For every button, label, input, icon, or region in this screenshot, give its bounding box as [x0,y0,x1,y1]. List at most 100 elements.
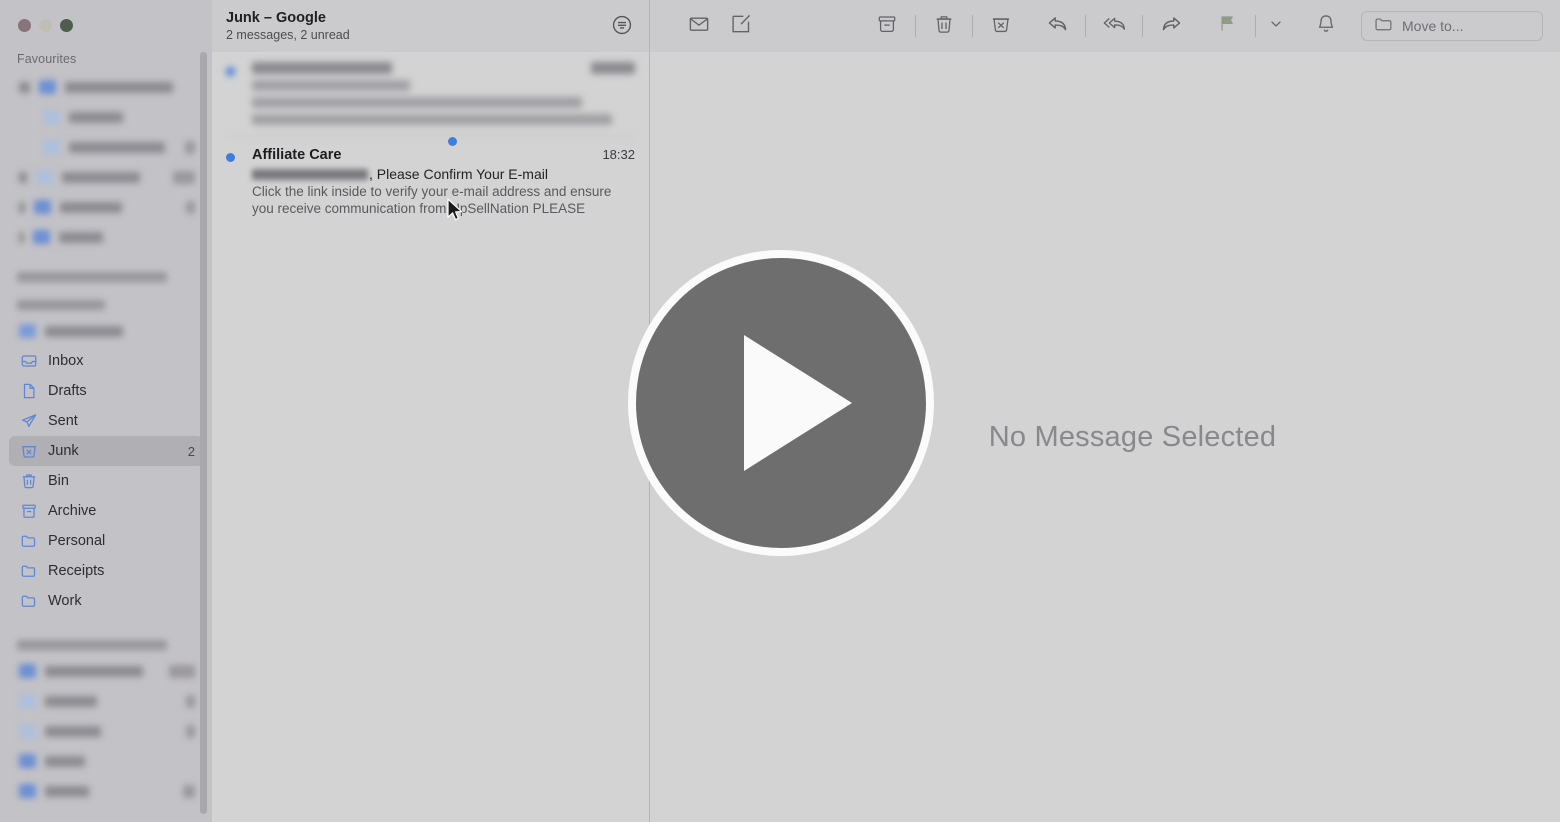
toolbar-divider [1085,15,1086,37]
sidebar-item-label [59,231,103,243]
sidebar-item-bin[interactable]: Bin [9,466,203,496]
folder-icon [1374,15,1393,37]
sidebar-item-badge [169,664,195,678]
sidebar-item-favourite[interactable] [9,72,203,102]
mail-window: Favourites Inbox Drafts Sent Junk 2 Bin … [0,0,1560,822]
message-list-item[interactable]: Affiliate Care 18:32 , Please Confirm Yo… [212,137,649,230]
sidebar-item-badge [186,200,195,214]
archive-icon [19,502,38,521]
message-preview: Click the link inside to verify your e-m… [252,184,612,218]
archive-button[interactable] [866,11,908,41]
sidebar-section-other [17,640,167,650]
sidebar-item-label: Bin [48,473,69,489]
sidebar-item-junk[interactable]: Junk 2 [9,436,203,466]
mailbox-subtitle: 2 messages, 2 unread [226,28,350,42]
disclosure-icon[interactable] [19,171,27,183]
move-to-button[interactable]: Move to... [1361,11,1543,41]
sidebar-item-favourite[interactable] [9,192,203,222]
maximise-button[interactable] [60,19,73,32]
sidebar-item-work[interactable]: Work [9,586,203,616]
no-message-selected-label: No Message Selected [988,420,1277,453]
drafts-icon [19,382,38,401]
disclosure-icon[interactable] [19,231,24,243]
reply-button[interactable] [1036,11,1078,41]
sidebar-item-label [69,111,123,123]
sidebar-item-other[interactable] [9,686,203,716]
mailbox-icon [34,200,51,214]
flag-button[interactable] [1206,11,1248,41]
sidebar-item-label [69,141,165,153]
sidebar-item-favourite[interactable] [9,222,203,252]
toolbar-divider [972,15,973,37]
inbox-icon [19,352,38,371]
sidebar-item-account-mailbox[interactable] [9,316,203,346]
sidebar-item-favourite[interactable] [9,132,203,162]
sidebar-item-favourite[interactable] [9,162,203,192]
delete-button[interactable] [923,11,965,41]
sidebar-item-favourite[interactable] [9,102,203,132]
message-preview [252,97,582,108]
bin-icon [19,472,38,491]
junk-icon [19,442,38,461]
minimise-button[interactable] [39,19,52,32]
message-time [591,62,635,74]
sidebar-item-other[interactable] [9,716,203,746]
sidebar-item-personal[interactable]: Personal [9,526,203,556]
sidebar-item-label: Inbox [48,353,84,369]
forward-icon [1160,12,1183,40]
reply-all-icon [1102,12,1127,40]
message-subject-text: , Please Confirm Your E-mail [369,166,548,182]
flag-dropdown-button[interactable] [1263,11,1289,41]
sidebar: Favourites Inbox Drafts Sent Junk 2 Bin … [0,0,212,822]
reply-all-button[interactable] [1093,11,1135,41]
flag-icon [1217,13,1238,39]
sidebar-item-label: Archive [48,503,97,519]
forward-button[interactable] [1150,11,1192,41]
mailbox-title: Junk – Google [226,10,326,26]
get-mail-button[interactable] [678,11,720,41]
sidebar-item-other[interactable] [9,746,203,776]
sidebar-item-other[interactable] [9,776,203,806]
sidebar-section-account [17,300,105,310]
sidebar-item-label [60,201,122,213]
mailbox-icon [19,724,36,738]
sidebar-scrollbar[interactable] [200,52,207,814]
close-button[interactable] [18,19,31,32]
message-subject: , Please Confirm Your E-mail [252,166,635,182]
sidebar-item-receipts[interactable]: Receipts [9,556,203,586]
mute-button[interactable] [1305,11,1347,41]
sidebar-item-inbox[interactable]: Inbox [9,346,203,376]
sidebar-item-label [45,755,85,767]
sidebar-item-label [62,171,140,183]
sidebar-item-label [45,695,97,707]
unread-indicator [226,67,235,76]
move-to-label: Move to... [1402,18,1464,34]
compose-button[interactable] [720,11,762,41]
sidebar-item-other[interactable] [9,656,203,686]
play-button[interactable] [628,250,934,556]
sidebar-item-archive[interactable]: Archive [9,496,203,526]
disclosure-icon[interactable] [19,81,30,93]
mailbox-icon [43,110,60,124]
filter-icon[interactable] [611,14,633,41]
chevron-down-icon [1269,17,1283,36]
disclosure-icon[interactable] [19,201,25,213]
trash-icon [933,13,955,40]
folder-icon [19,562,38,581]
search-button[interactable] [1555,11,1560,41]
redacted-recipient-name [252,168,368,180]
toolbar-divider [915,15,916,37]
sidebar-item-badge [173,170,195,184]
sidebar-item-label: Junk [48,443,79,459]
window-controls [0,0,212,48]
toolbar-divider [1142,15,1143,37]
mailbox-icon [19,694,36,708]
mark-junk-button[interactable] [980,11,1022,41]
sidebar-item-label [45,785,89,797]
bell-icon [1315,13,1337,40]
compose-icon [730,13,752,40]
archive-icon [876,13,898,40]
sidebar-item-sent[interactable]: Sent [9,406,203,436]
message-list-item[interactable] [212,52,649,137]
sidebar-item-drafts[interactable]: Drafts [9,376,203,406]
